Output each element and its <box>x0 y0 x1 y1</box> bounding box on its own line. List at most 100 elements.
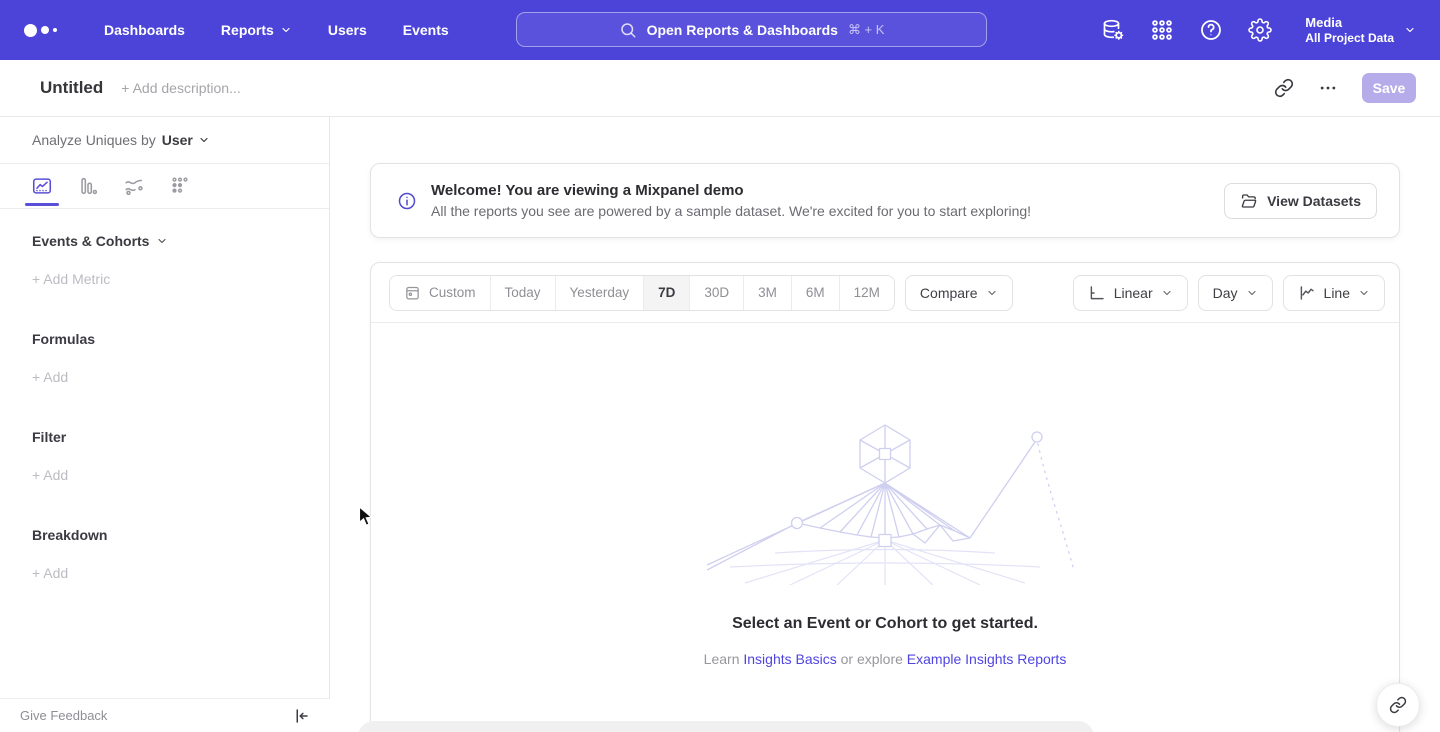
give-feedback-link[interactable]: Give Feedback <box>20 708 107 723</box>
date-range-12m[interactable]: 12M <box>840 276 894 310</box>
breakdown-title: Breakdown <box>32 527 107 543</box>
compare-label: Compare <box>920 285 978 301</box>
tab-line-chart[interactable] <box>30 164 54 209</box>
chevron-down-icon <box>1358 287 1370 299</box>
empty-state-title: Select an Event or Cohort to get started… <box>371 615 1399 633</box>
chevron-down-icon <box>1246 287 1258 299</box>
project-selector[interactable]: Media All Project Data <box>1305 15 1416 46</box>
banner-title: Welcome! You are viewing a Mixpanel demo <box>431 182 1031 199</box>
search-shortcut: ⌘ + K <box>848 22 885 38</box>
report-header: Untitled + Add description... Save <box>0 60 1440 117</box>
tab-bar-chart-icon <box>77 175 99 197</box>
demo-banner: Welcome! You are viewing a Mixpanel demo… <box>370 163 1400 238</box>
filter-title: Filter <box>32 429 66 445</box>
chevron-down-icon <box>986 287 998 299</box>
scale-label: Linear <box>1114 285 1153 301</box>
project-subtitle: All Project Data <box>1305 31 1394 46</box>
bottom-panel-peek <box>358 721 1094 732</box>
folder-icon <box>1240 192 1258 210</box>
tab-flows[interactable] <box>122 164 146 209</box>
save-button[interactable]: Save <box>1362 73 1416 103</box>
primary-nav: Dashboards Reports Users Events <box>104 22 449 38</box>
copy-link-icon[interactable] <box>1274 78 1294 98</box>
add-description-field[interactable]: + Add description... <box>121 80 240 96</box>
events-cohorts-section: Events & Cohorts + Add Metric <box>32 233 297 287</box>
top-navigation: Dashboards Reports Users Events Open Rep… <box>0 0 1440 60</box>
add-breakdown-button[interactable]: + Add <box>32 565 297 581</box>
date-range-custom[interactable]: Custom <box>390 276 491 310</box>
date-range-today[interactable]: Today <box>491 276 556 310</box>
collapse-sidebar-icon[interactable] <box>292 707 310 725</box>
more-icon[interactable] <box>1318 78 1338 98</box>
nav-utilities: Media All Project Data <box>1101 0 1416 60</box>
date-range-selector: Custom Today Yesterday 7D 30D 3M 6M 12M <box>389 275 895 311</box>
info-icon <box>397 191 417 211</box>
formulas-section: Formulas + Add <box>32 331 297 385</box>
settings-icon[interactable] <box>1248 18 1272 42</box>
empty-state-illustration <box>685 415 1085 585</box>
chevron-down-icon <box>280 24 292 36</box>
tab-grid-icon <box>169 175 191 197</box>
date-range-7d[interactable]: 7D <box>644 276 690 310</box>
search-placeholder: Open Reports & Dashboards <box>647 22 838 38</box>
add-formula-button[interactable]: + Add <box>32 369 297 385</box>
help-icon[interactable] <box>1199 18 1223 42</box>
add-filter-button[interactable]: + Add <box>32 467 297 483</box>
date-range-3m[interactable]: 3M <box>744 276 792 310</box>
nav-dashboards[interactable]: Dashboards <box>104 22 185 38</box>
analyze-by-row: Analyze Uniques by User <box>0 117 329 164</box>
apps-grid-icon[interactable] <box>1150 18 1174 42</box>
linear-scale-icon <box>1088 284 1106 302</box>
analyze-by-value: User <box>162 132 193 148</box>
tab-grid[interactable] <box>168 164 192 209</box>
date-range-30d[interactable]: 30D <box>690 276 744 310</box>
tab-line-chart-icon <box>31 175 53 197</box>
view-datasets-button[interactable]: View Datasets <box>1224 183 1377 219</box>
report-actions: Save <box>1274 73 1416 103</box>
scale-selector[interactable]: Linear <box>1073 275 1188 311</box>
breakdown-section: Breakdown + Add <box>32 527 297 581</box>
chevron-down-icon <box>198 134 210 146</box>
query-sections: Events & Cohorts + Add Metric Formulas +… <box>0 233 329 581</box>
mixpanel-logo-icon[interactable] <box>24 24 64 37</box>
tab-bar-chart[interactable] <box>76 164 100 209</box>
project-name: Media <box>1305 15 1394 31</box>
add-metric-button[interactable]: + Add Metric <box>32 271 297 287</box>
insights-basics-link[interactable]: Insights Basics <box>743 651 836 667</box>
filter-section: Filter + Add <box>32 429 297 483</box>
compare-button[interactable]: Compare <box>905 275 1013 311</box>
date-range-yesterday[interactable]: Yesterday <box>556 276 645 310</box>
interval-label: Day <box>1213 285 1238 301</box>
calendar-icon <box>404 284 421 301</box>
nav-events[interactable]: Events <box>403 22 449 38</box>
learn-prefix: Learn <box>704 651 740 667</box>
nav-users[interactable]: Users <box>328 22 367 38</box>
report-title[interactable]: Untitled <box>40 78 103 98</box>
formulas-title: Formulas <box>32 331 95 347</box>
chevron-down-icon[interactable] <box>156 235 168 247</box>
analyze-by-selector[interactable]: User <box>162 132 210 148</box>
empty-state-links: Learn Insights Basics or explore Example… <box>371 651 1399 667</box>
example-reports-link[interactable]: Example Insights Reports <box>907 651 1067 667</box>
nav-reports[interactable]: Reports <box>221 22 292 38</box>
data-management-icon[interactable] <box>1101 18 1125 42</box>
analyze-by-label: Analyze Uniques by <box>32 132 156 148</box>
explore-text: or explore <box>841 651 903 667</box>
insights-chart-card: Custom Today Yesterday 7D 30D 3M 6M 12M … <box>370 262 1400 732</box>
chart-type-selector[interactable]: Line <box>1283 275 1385 311</box>
nav-reports-label: Reports <box>221 22 274 38</box>
events-cohorts-title: Events & Cohorts <box>32 233 149 249</box>
date-range-6m[interactable]: 6M <box>792 276 840 310</box>
share-link-fab[interactable] <box>1376 683 1420 727</box>
query-builder-sidebar: Analyze Uniques by User <box>0 117 330 732</box>
tab-flows-icon <box>123 175 145 197</box>
report-canvas: Welcome! You are viewing a Mixpanel demo… <box>330 117 1440 732</box>
mixpanel-app: Dashboards Reports Users Events Open Rep… <box>0 0 1440 732</box>
link-icon <box>1389 696 1407 714</box>
sidebar-footer: Give Feedback <box>0 698 330 732</box>
chart-type-label: Line <box>1324 285 1350 301</box>
visualization-tabs <box>0 164 329 209</box>
interval-selector[interactable]: Day <box>1198 275 1273 311</box>
date-range-custom-label: Custom <box>429 285 476 300</box>
search-input[interactable]: Open Reports & Dashboards ⌘ + K <box>516 12 987 47</box>
